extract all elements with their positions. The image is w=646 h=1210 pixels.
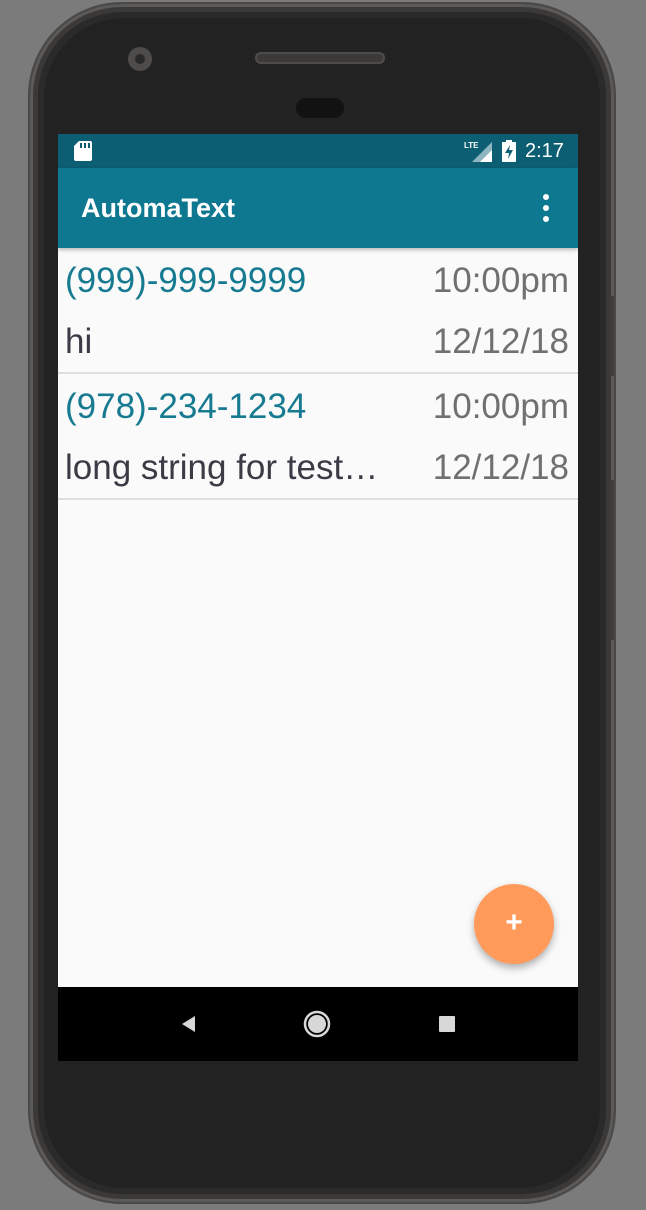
menu-dot	[543, 194, 549, 200]
scheduled-time: 10:00pm	[432, 261, 569, 300]
status-clock: 2:17	[525, 140, 564, 162]
recipient-phone: (978)-234-1234	[65, 387, 307, 426]
power-button	[609, 296, 614, 376]
earpiece-speaker	[255, 52, 385, 64]
navigation-bar	[58, 987, 578, 1061]
back-icon[interactable]	[171, 1007, 205, 1041]
menu-dot	[543, 216, 549, 222]
screen: LTE 2:17 AutomaText (999)-999-9999 10:00…	[58, 134, 578, 1061]
recents-icon[interactable]	[430, 1007, 464, 1041]
battery-charging-icon	[502, 140, 516, 162]
scheduled-time: 10:00pm	[432, 387, 569, 426]
sd-card-icon	[74, 141, 92, 161]
menu-dot	[543, 205, 549, 211]
message-text: hi	[65, 322, 93, 361]
message-list: (999)-999-9999 10:00pm hi 12/12/18 (978)…	[58, 248, 578, 500]
scheduled-date: 12/12/18	[432, 448, 569, 487]
message-text: long string for test…	[65, 448, 379, 487]
recipient-phone: (999)-999-9999	[65, 261, 307, 300]
list-item[interactable]: (978)-234-1234 10:00pm long string for t…	[58, 374, 578, 500]
scheduled-date: 12/12/18	[432, 322, 569, 361]
add-message-button[interactable]: +	[474, 884, 554, 964]
list-item[interactable]: (999)-999-9999 10:00pm hi 12/12/18	[58, 248, 578, 374]
more-vert-icon[interactable]	[532, 190, 560, 226]
lte-signal-icon: LTE	[464, 141, 492, 162]
add-icon: +	[505, 906, 523, 939]
network-label: LTE	[464, 141, 479, 150]
home-icon[interactable]	[300, 1007, 334, 1041]
status-bar: LTE 2:17	[58, 134, 578, 168]
app-bar: AutomaText	[58, 168, 578, 248]
front-camera	[128, 47, 152, 71]
volume-button	[609, 480, 614, 640]
proximity-sensor	[296, 98, 344, 118]
app-title: AutomaText	[81, 193, 236, 223]
